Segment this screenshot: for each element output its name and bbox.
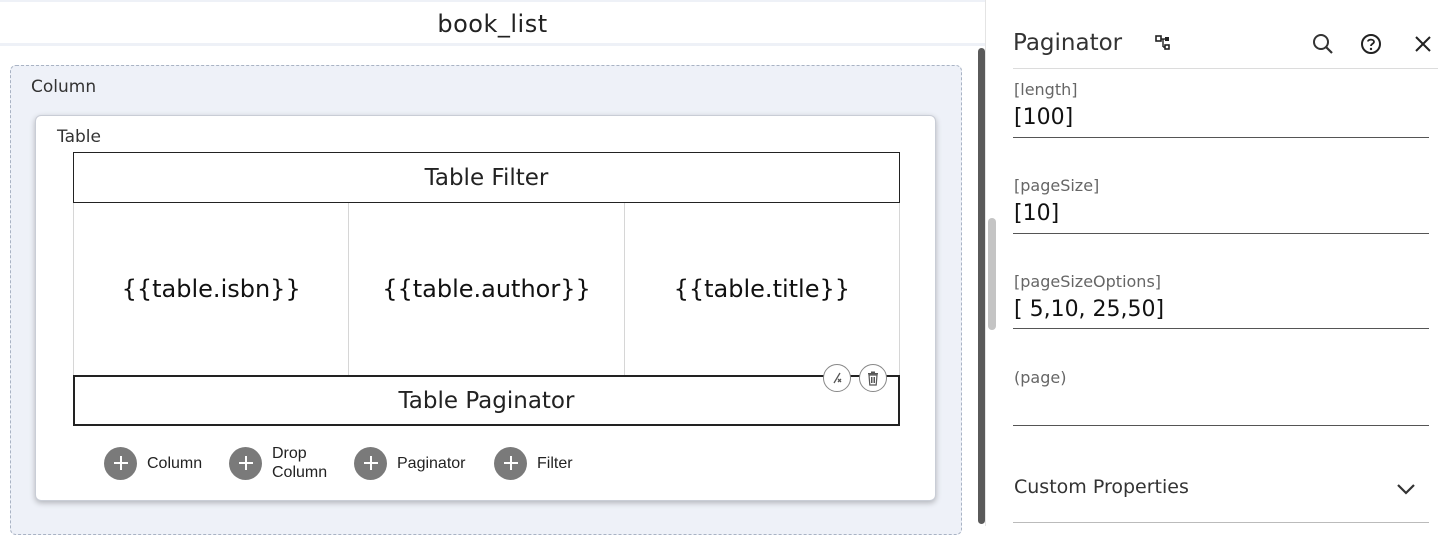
table-filter-slot[interactable]: Table Filter xyxy=(73,152,900,203)
custom-properties-label[interactable]: Custom Properties xyxy=(1014,476,1189,498)
add-paginator-button[interactable]: Paginator xyxy=(354,445,466,481)
add-filter-label: Filter xyxy=(537,454,573,472)
property-value-pagesizeoptions[interactable]: [ 5,10, 25,50] xyxy=(1014,297,1164,322)
column-container-label: Column xyxy=(31,77,97,97)
table-paginator-label: Table Paginator xyxy=(398,387,575,414)
add-paginator-label: Paginator xyxy=(397,454,466,472)
plus-icon xyxy=(354,446,387,480)
add-column-button[interactable]: Column xyxy=(104,445,202,481)
help-icon[interactable] xyxy=(1359,32,1383,56)
column-binding-text: {{table.title}} xyxy=(673,275,851,303)
component-tree-icon[interactable] xyxy=(1154,34,1172,52)
panel-header-divider xyxy=(1013,68,1438,69)
plus-icon xyxy=(229,446,262,480)
plus-icon xyxy=(494,446,527,480)
splitter-handle[interactable] xyxy=(988,218,996,330)
panel-title: Paginator xyxy=(1013,30,1123,56)
property-label-length: [length] xyxy=(1014,80,1078,99)
table-columns: {{table.isbn}} {{table.author}} {{table.… xyxy=(73,203,900,375)
chevron-down-icon[interactable] xyxy=(1395,478,1417,500)
column-binding-text: {{table.author}} xyxy=(382,275,591,303)
property-value-pagesize[interactable]: [10] xyxy=(1014,201,1059,226)
property-label-pagesize: [pageSize] xyxy=(1014,176,1100,195)
custom-properties-divider xyxy=(1013,522,1429,523)
table-column-cell[interactable]: {{table.title}} xyxy=(625,203,899,375)
property-underline xyxy=(1013,425,1429,426)
close-icon[interactable] xyxy=(1411,32,1435,56)
add-column-label: Column xyxy=(147,454,203,472)
add-filter-button[interactable]: Filter xyxy=(494,445,573,481)
property-label-page: (page) xyxy=(1014,368,1067,387)
page-title: book_list xyxy=(437,10,548,38)
edit-binding-icon xyxy=(833,372,842,384)
search-icon[interactable] xyxy=(1311,32,1335,56)
properties-panel: Paginator xyxy=(999,0,1441,526)
property-underline xyxy=(1013,137,1429,138)
table-filter-label: Table Filter xyxy=(424,164,549,191)
add-drop-column-label: Drop Column xyxy=(272,445,328,481)
trash-icon xyxy=(868,371,878,386)
edit-binding-button[interactable] xyxy=(823,364,851,392)
delete-button[interactable] xyxy=(859,364,887,392)
property-underline xyxy=(1013,328,1429,329)
canvas-title-bar: book_list xyxy=(0,0,985,46)
add-drop-column-button[interactable]: Drop Column xyxy=(229,445,327,481)
table-column-cell[interactable]: {{table.isbn}} xyxy=(74,203,350,375)
table-component-label: Table xyxy=(57,127,101,147)
property-value-length[interactable]: [100] xyxy=(1014,105,1073,130)
canvas-scrollbar-thumb[interactable] xyxy=(978,48,985,524)
property-value-page[interactable] xyxy=(1014,393,1430,423)
table-paginator-slot[interactable]: Table Paginator xyxy=(73,375,900,426)
property-underline xyxy=(1013,233,1429,234)
property-label-pagesizeoptions: [pageSizeOptions] xyxy=(1014,272,1162,291)
plus-icon xyxy=(104,446,137,480)
column-binding-text: {{table.isbn}} xyxy=(121,275,301,303)
table-column-cell[interactable]: {{table.author}} xyxy=(349,203,625,375)
